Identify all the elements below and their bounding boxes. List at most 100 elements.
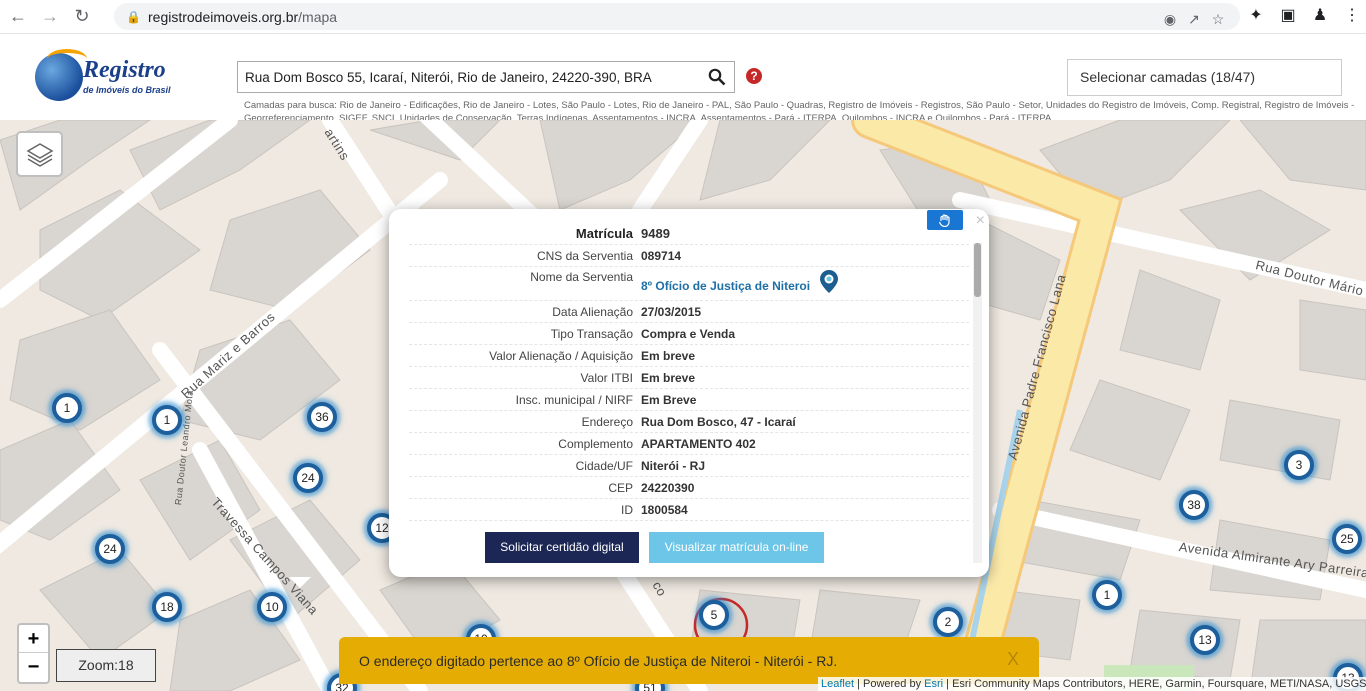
layers-icon <box>26 143 53 167</box>
esri-link[interactable]: Esri <box>924 678 943 690</box>
detail-label: Endereço <box>581 414 633 429</box>
cluster-marker[interactable]: 5 <box>694 595 734 635</box>
detail-value: Em Breve <box>641 392 697 407</box>
detail-label: Insc. municipal / NIRF <box>515 392 633 407</box>
side-panel-icon[interactable]: ▣ <box>1272 4 1304 26</box>
detail-label: Matrícula <box>575 226 633 241</box>
cluster-marker[interactable]: 25 <box>1327 519 1366 559</box>
url-host: registrodeimoveis.org.br <box>148 8 299 25</box>
detail-value: 9489 <box>641 226 670 241</box>
detail-label: CEP <box>608 480 633 495</box>
detail-label: Complemento <box>558 436 633 451</box>
view-matricula-button[interactable]: Visualizar matrícula on-line <box>649 532 824 563</box>
notice-text: O endereço digitado pertence ao 8º Ofíci… <box>359 652 838 669</box>
popup-close-button[interactable]: × <box>976 212 985 230</box>
attribution-sources: | Esri Community Maps Contributors, HERE… <box>943 678 1366 690</box>
leaflet-link[interactable]: Leaflet <box>821 678 854 690</box>
profile-icon[interactable]: ♟ <box>1304 4 1336 26</box>
search-icon[interactable] <box>708 68 726 86</box>
detail-value: Niterói - RJ <box>641 458 706 473</box>
detail-row: Tipo Transação Compra e Venda <box>409 323 969 345</box>
forward-icon[interactable]: → <box>36 3 64 31</box>
detail-label: CNS da Serventia <box>536 248 633 263</box>
cluster-marker[interactable]: 24 <box>288 458 328 498</box>
cluster-marker[interactable]: 1 <box>47 388 87 428</box>
detail-row: Cidade/UF Niterói - RJ <box>409 455 969 477</box>
map-pin-icon[interactable] <box>818 269 840 295</box>
detail-label: Valor Alienação / Aquisição <box>489 348 633 363</box>
menu-kebab-icon[interactable]: ⋮ <box>1336 4 1366 26</box>
detail-row: Complemento APARTAMENTO 402 <box>409 433 969 455</box>
detail-value: 27/03/2015 <box>641 304 702 319</box>
address-search-input[interactable] <box>245 69 705 85</box>
address-search-box <box>237 61 735 93</box>
cluster-marker[interactable]: 10 <box>252 587 292 627</box>
bookmark-star-icon[interactable]: ☆ <box>1206 8 1230 30</box>
cluster-marker[interactable]: 1 <box>1087 575 1127 615</box>
extensions-icon[interactable]: ✦ <box>1240 4 1272 26</box>
detail-value: 24220390 <box>641 480 695 495</box>
notice-close-button[interactable]: X <box>1007 649 1019 670</box>
url-path: /mapa <box>298 8 338 25</box>
location-blocked-icon[interactable]: ◉ <box>1158 8 1182 30</box>
cluster-marker[interactable]: 13 <box>1185 620 1225 660</box>
map[interactable]: artins Rua Mariz e Barros Rua Doutor Lea… <box>0 120 1366 691</box>
cluster-marker[interactable]: 24 <box>90 529 130 569</box>
site-header: Registro de Imóveis do Brasil ? Selecion… <box>0 35 1366 121</box>
reload-icon[interactable]: ↻ <box>68 3 96 31</box>
property-popup: × Matrícula 9489 CNS da Serventia 089714 N… <box>389 209 989 577</box>
detail-label: Data Alienação <box>552 304 633 319</box>
detail-row: Matrícula 9489 <box>409 223 969 245</box>
layers-toggle-button[interactable] <box>16 131 63 177</box>
scrollbar-thumb[interactable] <box>974 243 981 297</box>
detail-row: Nome da Serventia 8º Ofício de Justiça de… <box>409 267 969 301</box>
detail-label: Nome da Serventia <box>530 270 633 284</box>
cluster-marker[interactable]: 18 <box>147 587 187 627</box>
serventia-link[interactable]: 8º Ofício de Justiça de Niteroi <box>641 270 840 295</box>
detail-value: APARTAMENTO 402 <box>641 436 756 451</box>
registro-logo[interactable]: Registro de Imóveis do Brasil <box>35 49 185 103</box>
logo-title: Registro <box>83 57 166 83</box>
search-layers-text: Camadas para busca: Rio de Janeiro - Edi… <box>244 100 1355 121</box>
detail-row: ID 1800584 <box>409 499 969 521</box>
detail-value: Em breve <box>641 348 696 363</box>
lock-icon: 🔒 <box>126 9 141 24</box>
zoom-level-indicator: Zoom:18 <box>56 649 156 682</box>
map-attribution: Leaflet | Powered by Esri | Esri Communi… <box>818 677 1366 691</box>
cluster-marker[interactable]: 1 <box>147 400 187 440</box>
layers-select[interactable]: Selecionar camadas (18/47) <box>1067 59 1342 96</box>
detail-label: Valor ITBI <box>580 370 633 385</box>
detail-row: Insc. municipal / NIRF Em Breve <box>409 389 969 411</box>
detail-value: Em breve <box>641 370 696 385</box>
back-icon[interactable]: ← <box>4 3 32 31</box>
help-icon[interactable]: ? <box>746 68 762 84</box>
detail-label: ID <box>621 502 633 517</box>
browser-toolbar: ← → ↻ 🔒 registrodeimoveis.org.br/mapa ◉ … <box>0 0 1366 34</box>
popup-tip <box>289 577 311 588</box>
detail-value: Compra e Venda <box>641 326 736 341</box>
detail-label: Tipo Transação <box>550 326 633 341</box>
share-icon[interactable]: ↗ <box>1182 8 1206 30</box>
serventia-name[interactable]: 8º Ofício de Justiça de Niteroi <box>641 279 810 293</box>
detail-label: Cidade/UF <box>575 458 633 473</box>
cluster-marker[interactable]: 3 <box>1279 445 1319 485</box>
zoom-in-button[interactable]: + <box>19 625 48 653</box>
logo-subtitle: de Imóveis do Brasil <box>83 85 171 95</box>
detail-value: Rua Dom Bosco, 47 - Icaraí <box>641 414 796 429</box>
logo-arc <box>47 49 87 69</box>
request-certificate-button[interactable]: Solicitar certidão digital <box>485 532 639 563</box>
popup-scrollbar[interactable] <box>973 243 982 563</box>
zoom-control: + − <box>17 623 50 684</box>
detail-row: CEP 24220390 <box>409 477 969 499</box>
cluster-marker[interactable]: 36 <box>302 397 342 437</box>
address-bar[interactable]: 🔒 registrodeimoveis.org.br/mapa ◉ ↗ ☆ <box>114 3 1240 30</box>
cluster-marker[interactable]: 2 <box>928 602 968 642</box>
detail-row: Valor ITBI Em breve <box>409 367 969 389</box>
detail-row: Data Alienação 27/03/2015 <box>409 301 969 323</box>
zoom-out-button[interactable]: − <box>19 653 48 681</box>
detail-row: Endereço Rua Dom Bosco, 47 - Icaraí <box>409 411 969 433</box>
cluster-marker[interactable]: 38 <box>1174 485 1214 525</box>
detail-row: CNS da Serventia 089714 <box>409 245 969 267</box>
detail-row: Valor Alienação / Aquisição Em breve <box>409 345 969 367</box>
property-details-table: Matrícula 9489 CNS da Serventia 089714 Nom… <box>409 223 969 521</box>
